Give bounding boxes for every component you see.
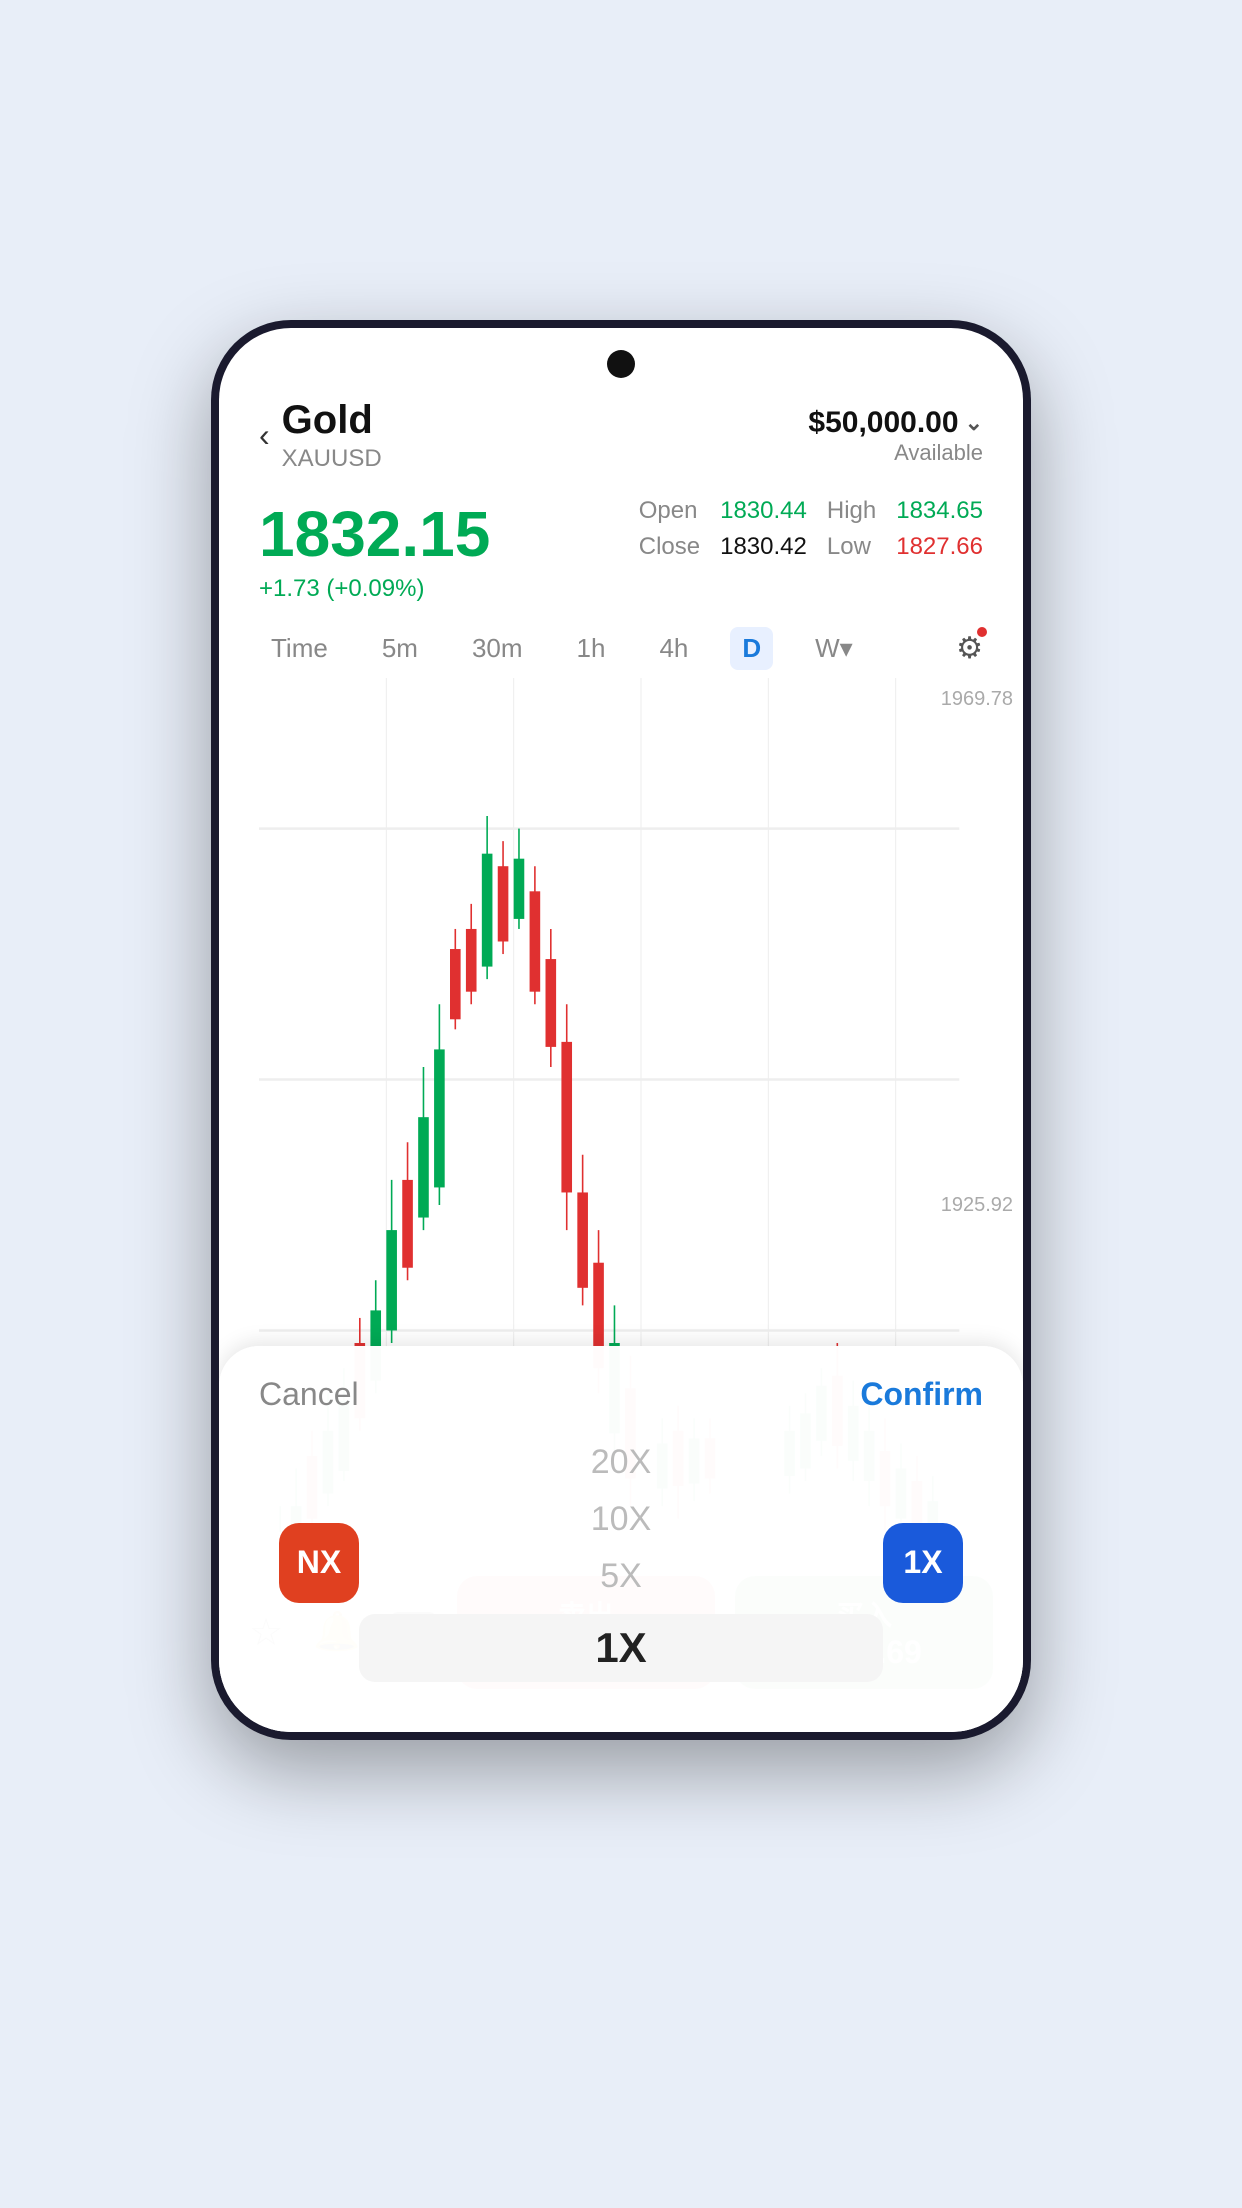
tab-time[interactable]: Time [259,627,340,670]
nx-logo: NX [279,1523,359,1603]
chevron-down-icon: ⌄ [965,410,983,436]
picker-scroll: NX 20X 10X 5X 1X 1X [259,1433,983,1692]
balance-amount: $50,000.00 ⌄ [808,406,983,440]
back-button[interactable]: ‹ [259,417,270,454]
close-label: Close [639,533,700,561]
phone-screen: ‹ Gold XAUUSD $50,000.00 ⌄ Available [219,328,1023,1732]
tab-d[interactable]: D [730,627,773,670]
low-label: Low [827,533,876,561]
picker-option-5x[interactable]: 5X [359,1557,883,1596]
picker-confirm-button[interactable]: Confirm [860,1376,983,1413]
picker-option-1x-selected[interactable]: 1X [359,1614,883,1682]
tab-30m[interactable]: 30m [460,627,535,670]
current-price: 1832.15 [259,497,490,571]
settings-icon[interactable]: ⚙ [956,631,983,666]
high-label: High [827,497,876,525]
phone-mockup: ‹ Gold XAUUSD $50,000.00 ⌄ Available [211,320,1031,2000]
price-stats: Open Close 1830.44 1830.42 High Low 18 [639,497,983,561]
phone-frame: ‹ Gold XAUUSD $50,000.00 ⌄ Available [211,320,1031,1740]
price-section: 1832.15 +1.73 (+0.09%) Open Close 1830.4… [219,489,1023,619]
price-change: +1.73 (+0.09%) [259,575,490,603]
top-bar-left: ‹ Gold XAUUSD [259,398,382,473]
picker-header: Cancel Confirm [259,1376,983,1413]
settings-dot [977,627,987,637]
ox-logo: 1X [883,1523,963,1603]
balance-label: Available [808,440,983,466]
picker-option-20x[interactable]: 20X [359,1443,883,1482]
picker-overlay: Cancel Confirm NX 20X 10X 5X 1X 1X [219,1346,1023,1732]
picker-cancel-button[interactable]: Cancel [259,1376,359,1413]
instrument-name: Gold [282,398,382,443]
y-label-1: 1969.78 [941,688,1013,711]
camera-notch [607,350,635,378]
low-value: 1827.66 [896,533,983,561]
open-value: 1830.44 [720,497,807,525]
screen-content: ‹ Gold XAUUSD $50,000.00 ⌄ Available [219,328,1023,1732]
open-label: Open [639,497,700,525]
high-value: 1834.65 [896,497,983,525]
tab-4h[interactable]: 4h [647,627,700,670]
account-balance[interactable]: $50,000.00 ⌄ Available [808,406,983,466]
tab-1h[interactable]: 1h [565,627,618,670]
tab-w[interactable]: W▾ [803,627,865,670]
time-tabs: Time 5m 30m 1h 4h D W▾ ⚙ [219,619,1023,678]
close-value: 1830.42 [720,533,807,561]
y-label-2: 1925.92 [941,1194,1013,1217]
tab-5m[interactable]: 5m [370,627,430,670]
picker-option-10x[interactable]: 10X [359,1500,883,1539]
picker-options: 20X 10X 5X 1X [359,1433,883,1692]
instrument-symbol: XAUUSD [282,445,382,473]
